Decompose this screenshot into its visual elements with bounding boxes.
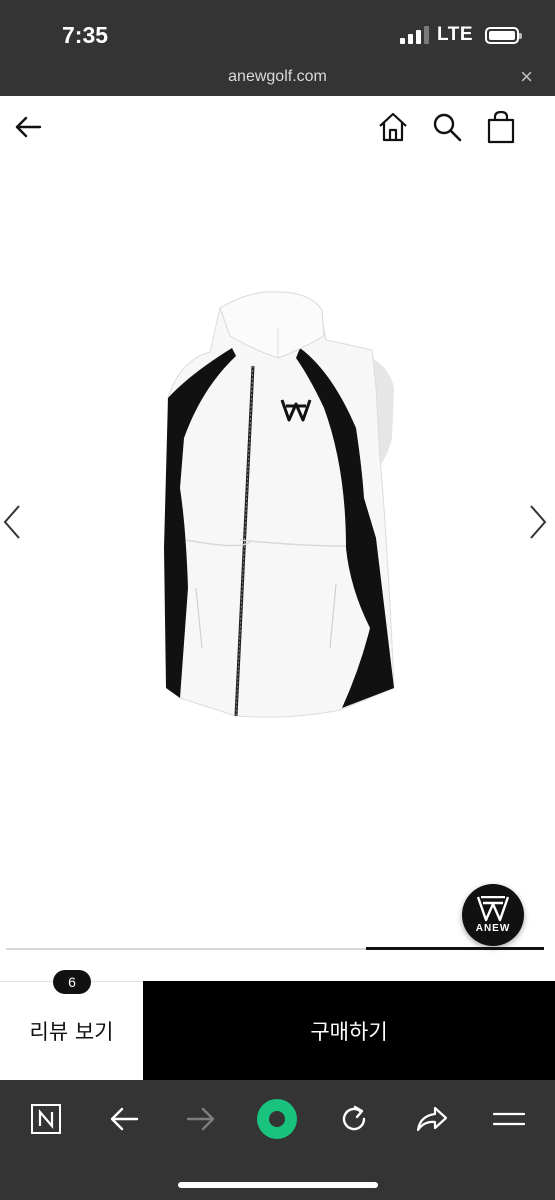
home-indicator xyxy=(178,1182,378,1188)
status-indicators: LTE xyxy=(400,24,522,46)
signal-icon xyxy=(400,26,430,44)
carousel-progress-fill xyxy=(366,947,544,950)
buy-button[interactable]: 구매하기 xyxy=(143,981,555,1080)
reload-icon[interactable] xyxy=(332,1097,376,1141)
green-circle-icon[interactable] xyxy=(255,1097,299,1141)
anew-logo-text: ANEW xyxy=(475,923,511,934)
product-vest-image xyxy=(164,291,395,718)
battery-icon xyxy=(485,26,522,44)
naver-n-icon[interactable] xyxy=(24,1097,68,1141)
back-icon[interactable] xyxy=(102,1097,146,1141)
network-label: LTE xyxy=(437,24,473,45)
carousel-progress xyxy=(6,947,544,950)
close-icon[interactable]: × xyxy=(520,64,533,90)
arrow-left-icon[interactable] xyxy=(11,110,45,144)
view-reviews-button[interactable]: 리뷰 보기 xyxy=(0,981,143,1080)
home-icon[interactable] xyxy=(376,110,410,144)
product-actions: 리뷰 보기 구매하기 xyxy=(0,981,555,1080)
forward-icon[interactable] xyxy=(179,1097,223,1141)
previous-image-icon[interactable] xyxy=(0,502,26,542)
status-time: 7:35 xyxy=(62,22,109,48)
anew-logo-icon xyxy=(477,896,509,922)
search-icon[interactable] xyxy=(430,110,464,144)
url-text[interactable]: anewgolf.com xyxy=(0,68,555,86)
next-image-icon[interactable] xyxy=(526,502,552,542)
product-image-carousel[interactable]: ANEW xyxy=(0,158,555,948)
anew-logo-button[interactable]: ANEW xyxy=(462,884,524,946)
shopping-bag-icon[interactable] xyxy=(484,110,518,144)
site-header xyxy=(0,96,555,158)
review-count-badge: 6 xyxy=(53,970,91,994)
share-icon[interactable] xyxy=(410,1097,454,1141)
browser-top-bar: 7:35 LTE anewgolf.com × xyxy=(0,0,555,96)
menu-icon[interactable] xyxy=(487,1097,531,1141)
